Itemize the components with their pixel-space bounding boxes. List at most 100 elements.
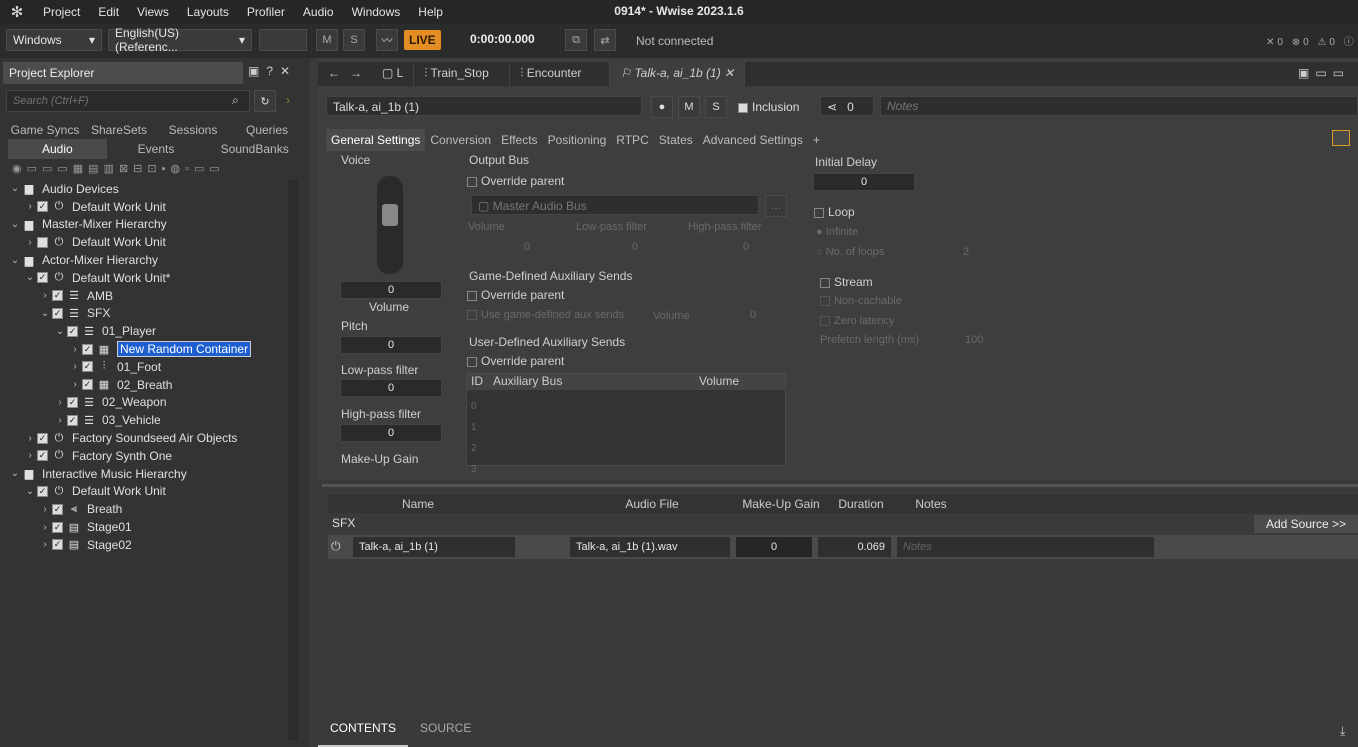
- chevron-right-icon[interactable]: ›: [38, 504, 52, 515]
- checkbox-icon[interactable]: ✓: [82, 343, 93, 355]
- chevron-right-icon[interactable]: ›: [23, 450, 37, 461]
- tree-item[interactable]: › ✓ ☰ 02_Weapon: [8, 394, 286, 412]
- lowpass-slider[interactable]: 0: [340, 379, 442, 397]
- search-input[interactable]: [6, 90, 250, 112]
- bus-volume-value[interactable]: 0: [524, 241, 530, 253]
- chevron-right-icon[interactable]: ›: [53, 397, 67, 408]
- chevron-right-icon[interactable]: ›: [53, 415, 67, 426]
- tab-game-syncs[interactable]: Game Syncs: [8, 120, 82, 140]
- chevron-right-icon[interactable]: ›: [68, 361, 82, 372]
- tree-item[interactable]: ⌄ ▆ Actor-Mixer Hierarchy: [8, 251, 286, 269]
- tree-item[interactable]: › ✓ ▦ 02_Breath: [8, 376, 286, 394]
- tab-events[interactable]: Events: [107, 139, 206, 159]
- non-cachable-checkbox[interactable]: Non-cachable: [820, 295, 902, 307]
- output-bus-field[interactable]: ▢ Master Audio Bus: [471, 195, 759, 215]
- tab-rtpc[interactable]: RTPC: [611, 129, 653, 151]
- checkbox-icon[interactable]: ✓: [37, 432, 48, 444]
- chevron-right-icon[interactable]: ›: [23, 201, 37, 212]
- tab-l[interactable]: ▢ L: [372, 62, 415, 86]
- row-makeup-gain[interactable]: 0: [735, 536, 813, 558]
- tab-soundbanks[interactable]: SoundBanks: [205, 139, 304, 159]
- tab-advanced-settings[interactable]: Advanced Settings: [698, 129, 808, 151]
- tab-talk[interactable]: ⚐ Talk-a, ai_1b (1) ✕: [610, 62, 746, 86]
- checkbox-icon[interactable]: ✓: [37, 450, 48, 462]
- pin-icon[interactable]: ▣: [248, 64, 266, 78]
- platform-select[interactable]: Windows ▾: [6, 29, 102, 51]
- chevron-right-icon[interactable]: ›: [38, 290, 52, 301]
- chevron-right-icon[interactable]: ›: [23, 237, 37, 248]
- checkbox-icon[interactable]: ✓: [82, 379, 93, 391]
- remote-icon[interactable]: ⇄: [594, 29, 616, 51]
- chevron-down-icon[interactable]: ⌄: [23, 272, 37, 283]
- tab-sharesets[interactable]: ShareSets: [82, 120, 156, 140]
- chevron-right-icon[interactable]: ›: [68, 379, 82, 390]
- tree-item[interactable]: › ✓ ▤ Stage01: [8, 518, 286, 536]
- help-icon[interactable]: ?: [266, 64, 280, 78]
- tree-item[interactable]: › ✓ ⫶ 01_Foot: [8, 358, 286, 376]
- close-icon[interactable]: ✕: [280, 64, 297, 78]
- num-loops-radio[interactable]: ○ No. of loops: [816, 246, 884, 258]
- chevron-down-icon[interactable]: ⌄: [8, 255, 22, 266]
- chevron-right-icon[interactable]: ›: [23, 433, 37, 444]
- checkbox-icon[interactable]: [37, 236, 48, 248]
- chevron-down-icon[interactable]: ⌄: [38, 308, 52, 319]
- solo-button[interactable]: S: [343, 29, 365, 51]
- checkbox-icon[interactable]: ✓: [67, 414, 78, 426]
- checkbox-icon[interactable]: ✓: [52, 290, 63, 302]
- prefetch-value[interactable]: 100: [965, 334, 983, 346]
- share-count[interactable]: ⋖ 0: [820, 96, 874, 116]
- checkbox-icon[interactable]: ✓: [52, 521, 63, 533]
- close-tab-icon[interactable]: ✕: [724, 66, 734, 80]
- object-name-field[interactable]: Talk-a, ai_1b (1): [326, 96, 642, 116]
- tree-item[interactable]: › ✓ ⏻ Factory Soundseed Air Objects: [8, 429, 286, 447]
- capture-icon[interactable]: ⧉: [565, 29, 587, 51]
- live-button[interactable]: LIVE: [404, 30, 441, 50]
- checkbox-icon[interactable]: ✓: [37, 201, 48, 213]
- add-source-button[interactable]: Add Source >>: [1254, 515, 1358, 533]
- checkbox-icon[interactable]: ✓: [37, 485, 48, 497]
- tree-item[interactable]: ⌄ ▆ Audio Devices: [8, 180, 286, 198]
- tree-item[interactable]: ⌄ ▆ Interactive Music Hierarchy: [8, 465, 286, 483]
- tree-item[interactable]: ⌄ ✓ ⏻ Default Work Unit*: [8, 269, 286, 287]
- tree-scrollbar[interactable]: [288, 180, 298, 740]
- forward-arrow-icon[interactable]: →: [350, 62, 372, 86]
- user-aux-override-checkbox[interactable]: Override parent: [467, 354, 564, 368]
- checkbox-icon[interactable]: ✓: [52, 539, 63, 551]
- aux-volume-value[interactable]: 0: [750, 309, 756, 321]
- chevron-down-icon[interactable]: ⌄: [8, 468, 22, 479]
- refresh-icon[interactable]: ↻: [254, 90, 276, 112]
- tree-item[interactable]: ⌄ ▆ Master-Mixer Hierarchy: [8, 216, 286, 234]
- infinite-radio[interactable]: ● Infinite: [816, 226, 858, 238]
- editor-mute-button[interactable]: M: [678, 96, 700, 118]
- tab-general-settings[interactable]: General Settings: [326, 129, 426, 151]
- tab-sessions[interactable]: Sessions: [156, 120, 230, 140]
- chevron-down-icon[interactable]: ⌄: [23, 486, 37, 497]
- chevron-right-icon[interactable]: ›: [38, 539, 52, 550]
- bus-highpass-value[interactable]: 0: [743, 241, 749, 253]
- graph-icon[interactable]: 〰: [376, 29, 398, 51]
- row-name[interactable]: Talk-a, ai_1b (1): [352, 536, 516, 558]
- checkbox-icon[interactable]: ✓: [52, 503, 63, 515]
- tab-positioning[interactable]: Positioning: [543, 129, 612, 151]
- use-game-aux-checkbox[interactable]: Use game-defined aux sends: [467, 309, 624, 321]
- search-icon[interactable]: ⌕: [232, 93, 239, 108]
- language-select[interactable]: English(US) (Referenc... ▾: [108, 26, 252, 54]
- tab-states[interactable]: States: [654, 129, 698, 151]
- game-aux-override-checkbox[interactable]: Override parent: [467, 288, 564, 302]
- checkbox-icon[interactable]: ✓: [67, 325, 78, 337]
- chevron-right-icon[interactable]: ›: [38, 522, 52, 533]
- tree-item[interactable]: ⌄ ✓ ☰ SFX: [8, 305, 286, 323]
- fader-knob[interactable]: [382, 204, 398, 226]
- volume-slider[interactable]: 0: [340, 281, 442, 299]
- stream-checkbox[interactable]: Stream: [820, 275, 873, 289]
- checkbox-icon[interactable]: ✓: [37, 272, 48, 284]
- row-notes[interactable]: Notes: [896, 536, 1155, 558]
- zero-latency-checkbox[interactable]: Zero latency: [820, 315, 895, 327]
- loops-value[interactable]: 2: [963, 246, 969, 258]
- tree-item[interactable]: › ✓ ☰ AMB: [8, 287, 286, 305]
- inclusion-checkbox[interactable]: Inclusion: [738, 100, 799, 114]
- row-duration[interactable]: 0.069: [817, 536, 892, 558]
- tree-item[interactable]: ⌄ ✓ ⏻ Default Work Unit: [8, 483, 286, 501]
- tree-item[interactable]: › ✓ ⏻ Factory Synth One: [8, 447, 286, 465]
- chevron-right-icon[interactable]: ›: [68, 344, 82, 355]
